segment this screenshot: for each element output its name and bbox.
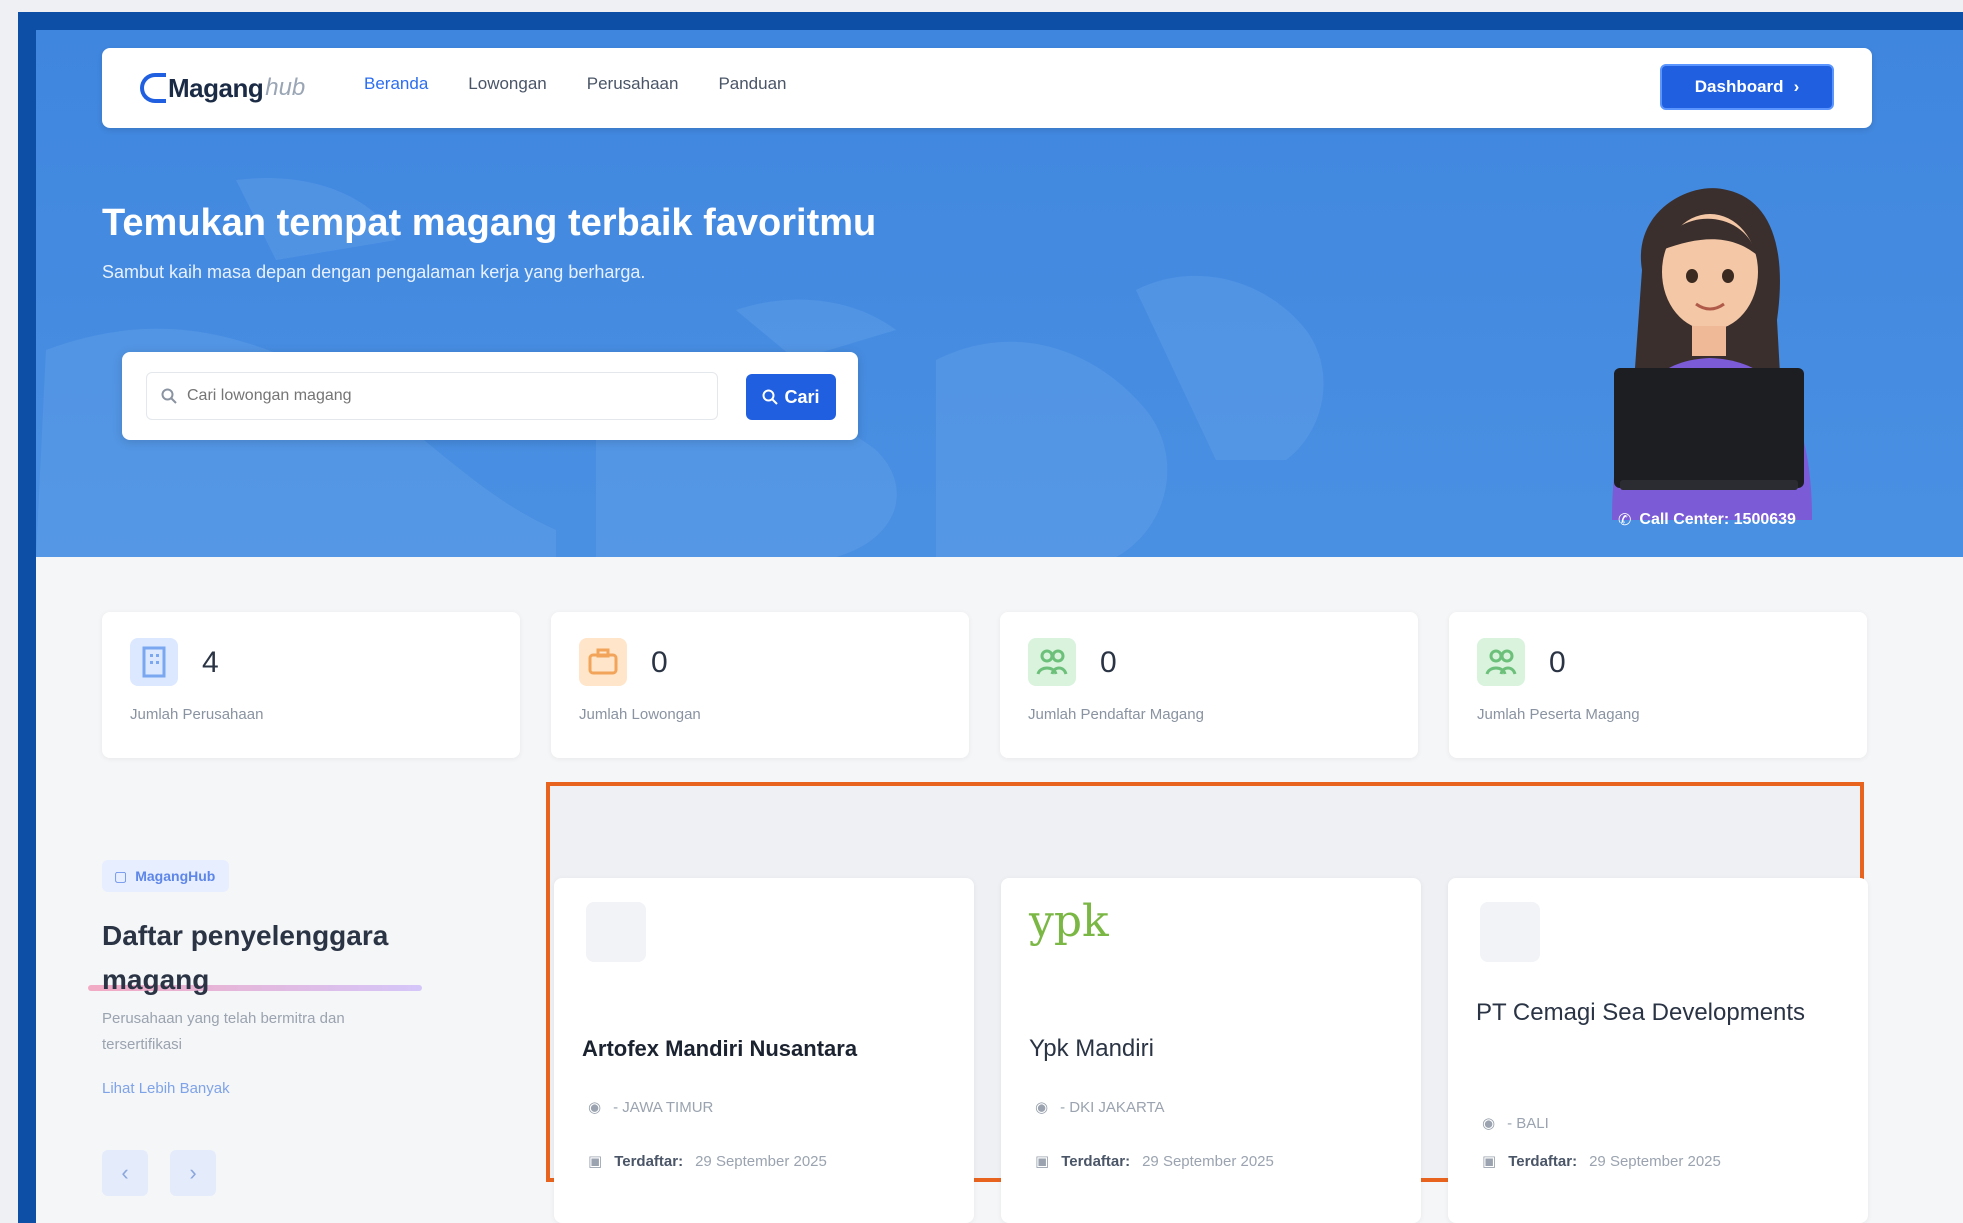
logo[interactable]: Magang hub (140, 66, 305, 110)
chevron-left-icon: ‹ (121, 1160, 129, 1185)
stat-card-lowongan: 0 Jumlah Lowongan (551, 612, 969, 758)
nav-link-lowongan[interactable]: Lowongan (468, 74, 546, 94)
badge-icon: ▢ (114, 867, 128, 884)
company-card[interactable]: Artofex Mandiri Nusantara ◉ - JAWA TIMUR… (554, 878, 974, 1223)
search-field[interactable] (146, 372, 718, 420)
calendar-icon: ▣ (588, 1153, 603, 1170)
users-icon (1477, 638, 1525, 686)
stat-value: 4 (202, 646, 219, 679)
phone-icon: ✆ (1618, 512, 1632, 529)
stat-card-peserta: 0 Jumlah Peserta Magang (1449, 612, 1867, 758)
company-name: PT Cemagi Sea Developments (1476, 999, 1806, 1026)
woman-laptop-illustration (1612, 188, 1812, 520)
registered-date: 29 September 2025 (1142, 1152, 1274, 1170)
call-center-text: Call Center: 1500639 (1639, 511, 1796, 528)
stat-label: Jumlah Pendaftar Magang (1028, 706, 1204, 723)
stat-card-perusahaan: 4 Jumlah Perusahaan (102, 612, 520, 758)
company-card[interactable]: PT Cemagi Sea Developments ◉ - BALI ▣ Te… (1448, 878, 1868, 1223)
chevron-right-icon: › (189, 1160, 197, 1185)
company-location: ◉ - DKI JAKARTA (1035, 1098, 1165, 1117)
next-button[interactable]: › (170, 1150, 216, 1196)
nav-link-panduan[interactable]: Panduan (718, 74, 786, 94)
search-input[interactable] (187, 387, 707, 405)
nav-link-beranda[interactable]: Beranda (364, 74, 428, 94)
registered-date: 29 September 2025 (1589, 1152, 1721, 1170)
nav-links: Beranda Lowongan Perusahaan Panduan (364, 74, 787, 94)
search-icon (161, 388, 177, 404)
nav-link-perusahaan[interactable]: Perusahaan (587, 74, 679, 94)
navbar: Magang hub Beranda Lowongan Perusahaan P… (102, 48, 1872, 128)
calendar-icon: ▣ (1482, 1153, 1497, 1170)
company-logo-placeholder (586, 902, 646, 962)
company-registered: ▣ Terdaftar: 29 September 2025 (588, 1152, 827, 1171)
search-box: Cari (122, 352, 858, 440)
company-location: ◉ - BALI (1482, 1114, 1549, 1133)
company-logo-placeholder (1480, 902, 1540, 962)
location-pin-icon: ◉ (588, 1099, 602, 1116)
stat-label: Jumlah Peserta Magang (1477, 706, 1640, 723)
hero-section: Magang hub Beranda Lowongan Perusahaan P… (36, 30, 1963, 557)
briefcase-icon (579, 638, 627, 686)
company-name: Ypk Mandiri (1029, 1035, 1154, 1062)
company-logo: ypk (1029, 896, 1109, 947)
company-location-text: - DKI JAKARTA (1060, 1098, 1165, 1116)
search-icon (762, 389, 779, 405)
company-location-text: - BALI (1507, 1114, 1549, 1132)
section-title: Daftar penyelenggara magang (102, 920, 389, 995)
hero-title: Temukan tempat magang terbaik favoritmu (102, 202, 877, 244)
company-registered: ▣ Terdaftar: 29 September 2025 (1035, 1152, 1274, 1171)
hero-subtitle: Sambut kaih masa depan dengan pengalaman… (102, 262, 646, 282)
company-card[interactable]: ypk Ypk Mandiri ◉ - DKI JAKARTA ▣ Terdaf… (1001, 878, 1421, 1223)
section-description: Perusahaan yang telah bermitra dan terse… (102, 1010, 345, 1053)
stat-value: 0 (1100, 646, 1117, 679)
registered-label: Terdaftar: (1061, 1152, 1131, 1170)
users-icon (1028, 638, 1076, 686)
company-registered: ▣ Terdaftar: 29 September 2025 (1482, 1152, 1721, 1171)
logo-text: Magang (168, 72, 264, 103)
section-badge: ▢ MagangHub (102, 860, 230, 892)
call-center[interactable]: ✆ Call Center: 1500639 (1618, 510, 1796, 530)
stat-label: Jumlah Lowongan (579, 706, 701, 723)
location-pin-icon: ◉ (1035, 1099, 1049, 1116)
prev-button[interactable]: ‹ (102, 1150, 148, 1196)
stat-label: Jumlah Perusahaan (130, 706, 264, 723)
stat-card-pendaftar: 0 Jumlah Pendaftar Magang (1000, 612, 1418, 758)
registered-date: 29 September 2025 (695, 1152, 827, 1170)
logo-suffix: hub (265, 74, 306, 101)
page: Magang hub Beranda Lowongan Perusahaan P… (36, 30, 1963, 1223)
building-icon (130, 638, 178, 686)
arrow-right-icon: › (1793, 77, 1800, 96)
dashboard-button[interactable]: Dashboard › (1660, 64, 1834, 110)
see-more-link[interactable]: Lihat Lebih Banyak (102, 1080, 230, 1097)
dashboard-button-label: Dashboard (1694, 77, 1784, 96)
calendar-icon: ▣ (1035, 1153, 1050, 1170)
registered-label: Terdaftar: (614, 1152, 684, 1170)
badge-label: MagangHub (135, 868, 216, 884)
search-button[interactable]: Cari (746, 374, 836, 420)
stat-value: 0 (1549, 646, 1566, 679)
location-pin-icon: ◉ (1482, 1115, 1496, 1132)
company-location: ◉ - JAWA TIMUR (588, 1098, 714, 1117)
company-name: Artofex Mandiri Nusantara (582, 1036, 858, 1061)
company-location-text: - JAWA TIMUR (613, 1098, 714, 1116)
registered-label: Terdaftar: (1508, 1152, 1578, 1170)
logo-mark-icon (140, 73, 166, 103)
search-button-label: Cari (784, 386, 820, 407)
stat-value: 0 (651, 646, 668, 679)
